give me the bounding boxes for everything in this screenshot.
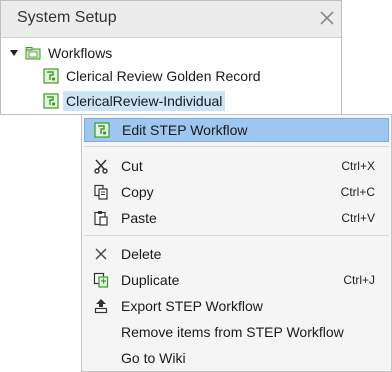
tree-label-workflows: Workflows [48,45,113,61]
close-icon[interactable] [319,10,335,26]
tree-node-workflows[interactable]: Workflows [9,42,115,64]
tree-label: Clerical Review Golden Record [66,68,261,84]
copy-icon [93,184,109,200]
tree-node-clerical-review-golden-record[interactable]: Clerical Review Golden Record [43,65,264,87]
expand-triangle-icon[interactable] [9,48,19,58]
menu-item-export-step-workflow[interactable]: Export STEP Workflow [84,294,389,318]
menu-item-label: Export STEP Workflow [121,298,263,314]
menu-item-label: Cut [121,158,143,174]
shortcut-label: Ctrl+C [340,185,375,199]
menu-item-label: Go to Wiki [121,350,186,366]
menu-item-delete[interactable]: Delete [84,242,389,266]
tree-node-clericalreview-individual[interactable]: ClericalReview-Individual [43,90,226,112]
panel-header: System Setup [1,1,341,38]
tree-label: ClericalReview-Individual [63,91,226,111]
menu-item-label: Duplicate [121,272,180,288]
workflow-icon [43,68,59,84]
duplicate-icon [93,272,109,288]
menu-item-paste[interactable]: Paste Ctrl+V [84,206,389,230]
scissors-icon [93,158,109,174]
panel-title: System Setup [17,9,117,26]
menu-separator [84,146,389,147]
context-menu: Edit STEP Workflow Cut Ctrl+X Copy Ctrl+… [81,114,392,372]
menu-item-label: Delete [121,246,162,262]
folder-icon [25,47,41,60]
shortcut-label: Ctrl+V [341,211,375,225]
menu-item-go-to-wiki[interactable]: Go to Wiki [84,346,389,370]
delete-x-icon [93,246,109,262]
menu-separator [84,235,389,236]
menu-item-label: Paste [121,210,157,226]
menu-item-label: Edit STEP Workflow [122,122,248,138]
menu-item-duplicate[interactable]: Duplicate Ctrl+J [84,268,389,292]
export-icon [93,298,109,314]
menu-item-label: Copy [121,184,154,200]
workflow-icon [43,93,59,109]
menu-item-label: Remove items from STEP Workflow [121,324,344,340]
paste-icon [93,210,109,226]
menu-item-remove-items-from-step-workflow[interactable]: Remove items from STEP Workflow [84,320,389,344]
menu-item-cut[interactable]: Cut Ctrl+X [84,154,389,178]
system-setup-panel: System Setup Workflows Clerical Review G… [0,0,342,115]
workflow-edit-icon [94,122,110,138]
menu-item-copy[interactable]: Copy Ctrl+C [84,180,389,204]
shortcut-label: Ctrl+J [343,273,375,287]
shortcut-label: Ctrl+X [341,159,375,173]
menu-item-edit-step-workflow[interactable]: Edit STEP Workflow [84,118,389,142]
